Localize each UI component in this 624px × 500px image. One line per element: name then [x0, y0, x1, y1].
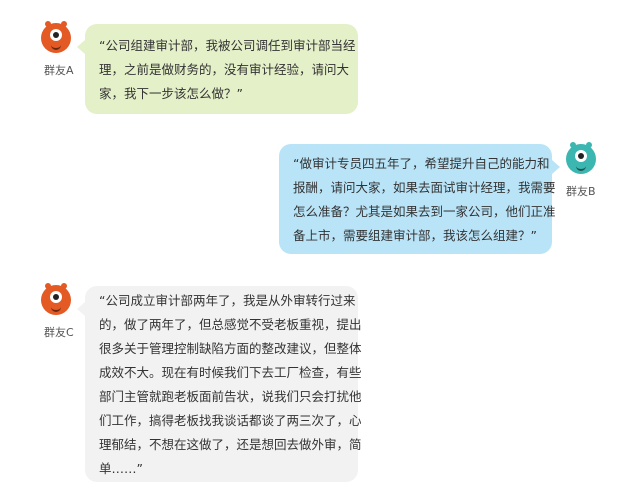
orange-monster-avatar-icon: [50, 29, 62, 41]
message-line: “公司成立审计部两年了，我是从外审转行过来: [99, 293, 356, 308]
avatar-ear-icon: [570, 142, 576, 148]
message-line: 单……”: [99, 461, 143, 476]
sender-name-a: 群友A: [44, 64, 74, 77]
message-line: “公司组建审计部，我被公司调任到审计部当经: [99, 38, 356, 53]
avatar-ear-icon: [61, 21, 67, 27]
avatar-b[interactable]: [566, 142, 596, 174]
avatar-ear-icon: [586, 142, 592, 148]
avatar-c[interactable]: [41, 283, 71, 315]
message-line: 怎么准备？尤其是如果去到一家公司，他们正准: [293, 204, 556, 219]
message-bubble-b: “做审计专员四五年了，希望提升自己的能力和 报酬，请问大家，如果去面试审计经理，…: [279, 144, 560, 254]
message-bubble-c: “公司成立审计部两年了，我是从外审转行过来 的，做了两年了，但总感觉不受老板重视…: [77, 286, 362, 482]
orange-monster-avatar-icon: [50, 291, 62, 303]
message-line: 家，我下一步该怎么做？”: [99, 86, 243, 101]
message-bubble-a: “公司组建审计部，我被公司调任到审计部当经 理，之前是做财务的，没有审计经验，请…: [77, 24, 358, 114]
message-line: 成效不大。现在有时候我们下去工厂检查，有些: [99, 365, 362, 380]
sender-name-b: 群友B: [566, 185, 596, 198]
avatar-a[interactable]: [41, 21, 71, 53]
avatar-ear-icon: [61, 283, 67, 289]
message-line: 的，做了两年了，但总感觉不受老板重视，提出: [99, 317, 362, 332]
avatar-ear-icon: [45, 283, 51, 289]
message-line: 部门主管就跑老板面前告状，说我们只会打扰他: [99, 389, 362, 404]
message-line: 们工作，搞得老板找我谈话都谈了两三次了，心: [99, 413, 362, 428]
message-line: “做审计专员四五年了，希望提升自己的能力和: [293, 156, 550, 171]
teal-monster-avatar-icon: [575, 150, 587, 162]
message-line: 理郁结，不想在这做了，还是想回去做外审，简: [99, 437, 362, 452]
message-line: 很多关于管理控制缺陷方面的整改建议，但整体: [99, 341, 362, 356]
sender-name-c: 群友C: [44, 326, 74, 339]
avatar-ear-icon: [45, 21, 51, 27]
message-line: 理，之前是做财务的，没有审计经验，请问大: [99, 62, 350, 77]
message-line: 备上市，需要组建审计部，我该怎么组建？”: [293, 228, 537, 243]
message-line: 报酬，请问大家，如果去面试审计经理，我需要: [293, 180, 556, 195]
